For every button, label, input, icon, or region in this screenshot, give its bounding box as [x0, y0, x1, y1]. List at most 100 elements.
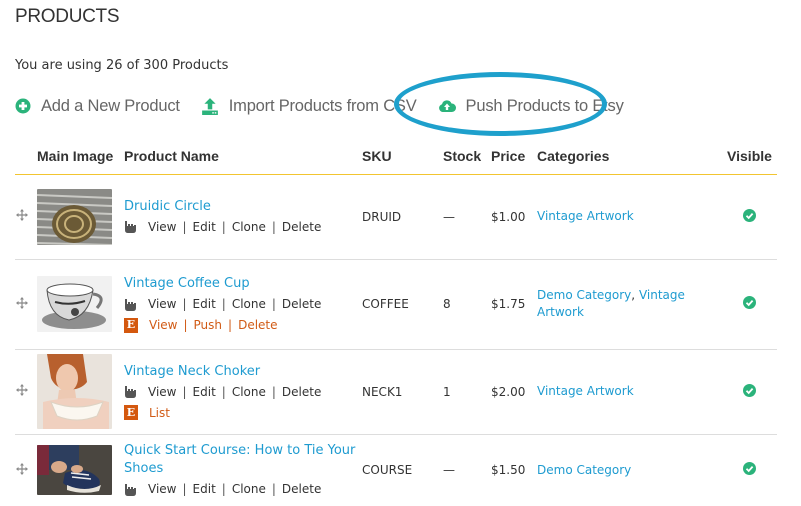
stock-cell: 8: [443, 259, 491, 350]
separator: |: [221, 297, 226, 311]
delete-link[interactable]: Delete: [282, 295, 321, 313]
clone-link[interactable]: Clone: [232, 383, 266, 401]
separator: |: [271, 384, 276, 399]
plus-circle-icon: [15, 98, 31, 114]
price-cell: $1.00: [491, 174, 537, 260]
header-main-image: Main Image: [37, 140, 124, 175]
product-image[interactable]: [37, 445, 112, 496]
import-csv-label: Import Products from CSV: [228, 96, 417, 115]
hand-icon: [125, 483, 136, 496]
stock-cell: 1: [443, 349, 491, 435]
sku-cell: COURSE: [362, 463, 413, 478]
drag-handle-icon[interactable]: [15, 208, 29, 222]
table-row: Druidic Circle View | Edit | Clone | Delete…: [15, 174, 777, 260]
product-actions: View | Edit | Clone | Delete: [124, 383, 362, 401]
import-csv-button[interactable]: Import Products from CSV: [201, 97, 417, 116]
product-name-link[interactable]: Vintage Neck Choker: [124, 363, 362, 381]
view-link[interactable]: View: [148, 383, 176, 401]
action-bar: Add a New Product Import Products from C…: [15, 94, 645, 118]
product-actions: View | Edit | Clone | Delete: [124, 480, 362, 498]
product-image[interactable]: [37, 188, 112, 245]
separator: |: [182, 384, 187, 399]
category-link[interactable]: Vintage Artwork: [537, 209, 634, 223]
sku-cell: COFFEE: [362, 259, 443, 350]
visible-check-icon[interactable]: [743, 383, 756, 397]
header-visible: Visible: [722, 140, 777, 175]
product-image[interactable]: [37, 276, 112, 332]
drag-handle-icon[interactable]: [15, 462, 29, 476]
separator: |: [271, 297, 276, 311]
edit-link[interactable]: Edit: [193, 480, 216, 498]
separator: |: [228, 318, 233, 332]
hand-icon: [125, 221, 136, 233]
price-cell: $1.75: [491, 259, 537, 350]
sku-cell: DRUID: [362, 174, 443, 260]
separator: |: [271, 482, 276, 497]
push-to-etsy-button[interactable]: Push Products to Etsy: [438, 97, 624, 116]
category-link[interactable]: Vintage Artwork: [537, 384, 634, 398]
stock-cell: —: [443, 174, 491, 260]
add-product-button[interactable]: Add a New Product: [15, 97, 180, 116]
usage-text: You are using 26 of 300 Products: [15, 58, 229, 73]
header-stock: Stock: [443, 140, 491, 175]
separator: |: [271, 219, 276, 234]
push-to-etsy-label: Push Products to Etsy: [465, 96, 624, 115]
separator: |: [182, 482, 187, 497]
category-link[interactable]: Demo Category: [537, 288, 631, 302]
edit-link[interactable]: Edit: [193, 383, 216, 401]
product-image[interactable]: [37, 354, 112, 429]
separator: |: [182, 219, 187, 234]
visible-check-icon[interactable]: [743, 208, 756, 222]
product-actions: View | Edit | Clone | Delete: [124, 295, 362, 313]
etsy-list-link[interactable]: List: [149, 405, 170, 421]
etsy-logo-icon: E: [124, 317, 138, 333]
clone-link[interactable]: Clone: [232, 218, 266, 236]
separator: |: [183, 318, 188, 332]
edit-link[interactable]: Edit: [193, 295, 216, 313]
delete-link[interactable]: Delete: [282, 480, 321, 498]
etsy-actions: E List: [124, 405, 362, 421]
page-title: PRODUCTS: [15, 6, 120, 27]
hand-icon: [125, 386, 136, 398]
drag-handle-icon[interactable]: [15, 296, 29, 310]
upload-icon: [201, 98, 218, 115]
delete-link[interactable]: Delete: [282, 383, 321, 401]
table-header-row: Main Image Product Name SKU Stock Price …: [15, 140, 777, 175]
etsy-actions: E View | Push | Delete: [124, 317, 362, 333]
etsy-view-link[interactable]: View: [149, 317, 177, 333]
category-link[interactable]: Demo Category: [537, 463, 631, 477]
etsy-delete-link[interactable]: Delete: [238, 317, 277, 333]
clone-link[interactable]: Clone: [232, 295, 266, 313]
product-name-link[interactable]: Quick Start Course: How to Tie Your Shoe…: [124, 442, 362, 478]
header-categories: Categories: [537, 140, 722, 175]
add-product-label: Add a New Product: [41, 96, 180, 115]
category-separator: ,: [631, 288, 639, 302]
product-name-link[interactable]: Vintage Coffee Cup: [124, 275, 362, 293]
separator: |: [221, 384, 226, 399]
product-actions: View | Edit | Clone | Delete: [124, 218, 362, 236]
drag-handle-icon[interactable]: [15, 383, 29, 397]
table-row: Quick Start Course: How to Tie Your Shoe…: [15, 434, 777, 506]
header-sku: SKU: [362, 140, 443, 175]
price-cell: $2.00: [491, 349, 537, 435]
product-name-link[interactable]: Druidic Circle: [124, 198, 362, 216]
visible-check-icon[interactable]: [743, 296, 756, 309]
header-product-name: Product Name: [124, 140, 362, 175]
separator: |: [221, 219, 226, 234]
etsy-logo-icon: E: [124, 405, 138, 420]
edit-link[interactable]: Edit: [193, 218, 216, 236]
price-cell: $1.50: [491, 463, 526, 478]
header-drag: [15, 140, 37, 175]
cloud-upload-icon: [438, 100, 456, 112]
view-link[interactable]: View: [148, 218, 176, 236]
table-row: Vintage Neck Choker View | Edit | Clone | D…: [15, 349, 777, 435]
view-link[interactable]: View: [148, 295, 176, 313]
etsy-push-link[interactable]: Push: [194, 317, 223, 333]
delete-link[interactable]: Delete: [282, 218, 321, 236]
hand-icon: [125, 298, 136, 311]
view-link[interactable]: View: [148, 480, 176, 498]
visible-check-icon[interactable]: [743, 462, 756, 476]
table-row: Vintage Coffee Cup View | Edit | Clone | De…: [15, 259, 777, 350]
clone-link[interactable]: Clone: [232, 480, 266, 498]
sku-cell: NECK1: [362, 349, 443, 435]
